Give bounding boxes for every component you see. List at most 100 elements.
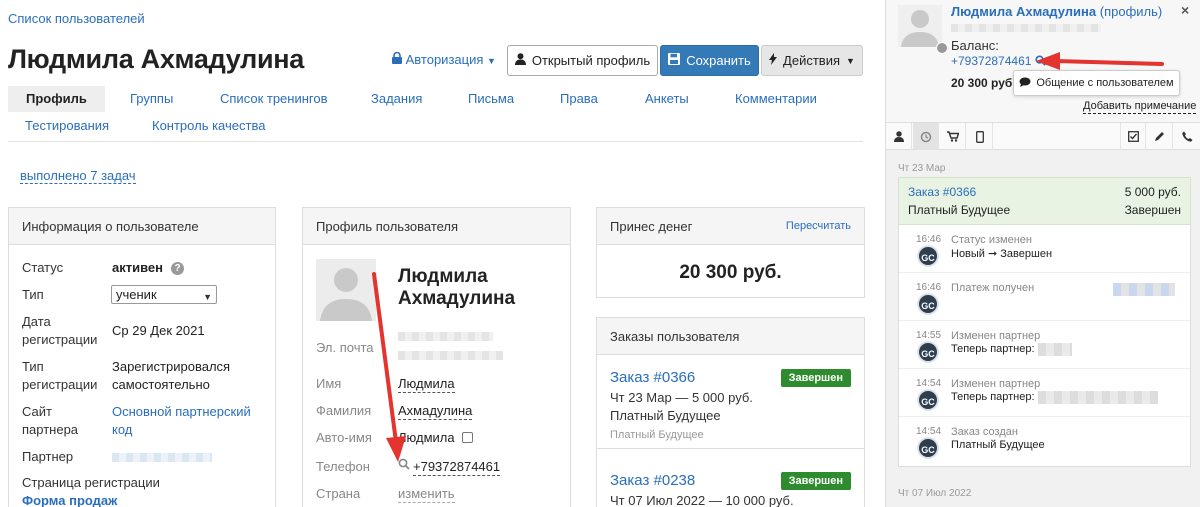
event-time: 16:46: [916, 282, 942, 293]
event-title: Платеж получен: [951, 282, 1035, 294]
balance-value: 20 300 руб.: [951, 76, 1016, 90]
order-status: Завершен: [1124, 203, 1181, 217]
save-label: Сохранить: [686, 53, 751, 68]
orders-panel: Заказы пользователя Заказ #0366 Завершен…: [596, 317, 865, 507]
money-panel: Принес денег Пересчитать 20 300 руб.: [596, 207, 865, 298]
user-side-panel: Людмила Ахмадулина (профиль) × Баланс: +…: [885, 0, 1200, 507]
tab-letters[interactable]: Письма: [468, 86, 514, 112]
reg-page-label: Страница регистрации: [22, 475, 160, 490]
list-item: 14:55 GC Изменен партнер Теперь партнер:: [899, 321, 1190, 369]
panel-header: Заказы пользователя: [597, 318, 864, 355]
order-item: Заказ #0366 Завершен Чт 23 Мар — 5 000 р…: [597, 369, 864, 449]
event-list: 16:46 GC Статус изменен Новый ➞ Завершен…: [898, 225, 1191, 467]
tab-trainings[interactable]: Список тренингов: [220, 86, 328, 112]
email-blurred: [951, 24, 1101, 32]
event-time: 14:54: [916, 426, 942, 437]
chat-button-label: Общение с пользователем: [1036, 77, 1174, 89]
tab-rights[interactable]: Права: [560, 86, 598, 112]
reg-date-value: Ср 29 Дек 2021: [112, 323, 205, 338]
reg-date-label: Дата: [22, 314, 51, 329]
type-label: Тип: [22, 287, 44, 302]
order-link[interactable]: Заказ #0366: [610, 369, 695, 386]
add-note-link[interactable]: Добавить примечание: [1083, 100, 1197, 114]
panel-header: Информация о пользователе: [9, 208, 275, 245]
panel-header: Профиль пользователя: [303, 208, 570, 245]
open-profile-button[interactable]: Открытый профиль: [507, 45, 658, 76]
lock-icon: [392, 51, 406, 67]
user-profile-panel: Профиль пользователя Людмила Ахмадулина …: [302, 207, 571, 507]
chat-with-user-button[interactable]: Общение с пользователем: [1013, 70, 1180, 96]
order-product: Платный Будущее: [610, 408, 721, 423]
order-link[interactable]: Заказ #0366: [908, 185, 976, 199]
list-item: 14:54 GC Изменен партнер Теперь партнер:: [899, 369, 1190, 417]
tab-quality-control[interactable]: Контроль качества: [152, 113, 265, 139]
save-button[interactable]: Сохранить: [660, 45, 759, 76]
balance-label: Баланс:: [951, 38, 999, 53]
partner-site-label-2: партнера: [22, 422, 79, 437]
list-item: 14:54 GC Заказ создан Платный Будущее: [899, 417, 1190, 465]
gc-avatar: GC: [917, 341, 939, 363]
last-name-value[interactable]: Ахмадулина: [398, 403, 473, 420]
cart-icon[interactable]: [940, 123, 966, 150]
checkbox-icon[interactable]: [1120, 123, 1146, 150]
close-icon[interactable]: ×: [1181, 2, 1189, 18]
chevron-down-icon: ▼: [203, 292, 212, 302]
mobile-icon[interactable]: [967, 123, 993, 150]
list-item: 16:46 GC Статус изменен Новый ➞ Завершен: [899, 225, 1190, 273]
tab-testing[interactable]: Тестирования: [25, 113, 109, 139]
status-value: активен?: [112, 259, 184, 277]
phone-icon[interactable]: [1174, 123, 1200, 150]
event-text: Теперь партнер:: [951, 391, 1035, 403]
tab-surveys[interactable]: Анкеты: [645, 86, 689, 112]
user-icon[interactable]: [886, 123, 912, 150]
tab-assignments[interactable]: Задания: [371, 86, 422, 112]
caret-down-icon: ▼: [846, 55, 855, 66]
side-user-name[interactable]: Людмила Ахмадулина (профиль): [951, 4, 1162, 19]
chat-icon: [1019, 77, 1031, 90]
order-event-card[interactable]: Заказ #0366 5 000 руб. Платный Будущее З…: [898, 177, 1191, 225]
country-change-link[interactable]: изменить: [398, 486, 455, 503]
partner-site-link-2[interactable]: код: [112, 421, 132, 439]
panel-title: Заказы пользователя: [610, 328, 740, 344]
auto-name-checkbox[interactable]: [461, 432, 473, 443]
status-dot: [936, 42, 948, 54]
phone-label: Телефон: [316, 459, 370, 474]
reg-type-label-2: регистрации: [22, 377, 98, 392]
authorization-label: Авторизация: [405, 52, 484, 67]
authorization-dropdown[interactable]: Авторизация ▼: [392, 51, 496, 67]
history-icon[interactable]: [913, 123, 939, 150]
first-name-value[interactable]: Людмила: [398, 376, 455, 393]
search-icon[interactable]: [398, 458, 410, 473]
partner-site-link[interactable]: Основной партнерский: [112, 403, 251, 421]
status-badge: Завершен: [780, 369, 851, 387]
completed-tasks-link[interactable]: выполнено 7 задач: [20, 168, 136, 184]
avatar: [898, 5, 942, 47]
pencil-icon[interactable]: [1147, 123, 1173, 150]
event-text: Новый ➞ Завершен: [951, 248, 1053, 260]
gc-avatar: GC: [917, 293, 939, 315]
page-title: Людмила Ахмадулина: [8, 44, 304, 74]
search-icon[interactable]: [1035, 55, 1046, 69]
order-link[interactable]: Заказ #0238: [610, 472, 695, 489]
partner-label: Партнер: [22, 449, 74, 464]
profile-link[interactable]: (профиль): [1100, 4, 1162, 19]
bolt-icon: [769, 53, 778, 68]
reg-page-link[interactable]: Форма продаж: [22, 492, 117, 507]
event-text: Теперь партнер:: [951, 343, 1035, 355]
tab-groups[interactable]: Группы: [130, 86, 173, 112]
help-icon[interactable]: ?: [171, 262, 184, 275]
side-toolbar: [886, 123, 1200, 150]
list-item: 16:46 GC Платеж получен: [899, 273, 1190, 321]
order-date-amount: Чт 23 Мар — 5 000 руб.: [610, 390, 753, 405]
tab-comments[interactable]: Комментарии: [735, 86, 817, 112]
phone-value[interactable]: +79372874461: [413, 459, 501, 476]
user-info-panel: Информация о пользователе Статус активен…: [8, 207, 276, 507]
email-blurred: [398, 332, 493, 341]
breadcrumb-users-list[interactable]: Список пользователей: [8, 11, 145, 26]
type-select[interactable]: ученик ▼: [111, 285, 217, 304]
tab-profile[interactable]: Профиль: [8, 86, 105, 112]
actions-dropdown[interactable]: Действия ▼: [761, 45, 863, 76]
floppy-icon: [668, 53, 681, 68]
recalculate-link[interactable]: Пересчитать: [786, 220, 851, 232]
side-phone[interactable]: +79372874461: [951, 54, 1046, 69]
